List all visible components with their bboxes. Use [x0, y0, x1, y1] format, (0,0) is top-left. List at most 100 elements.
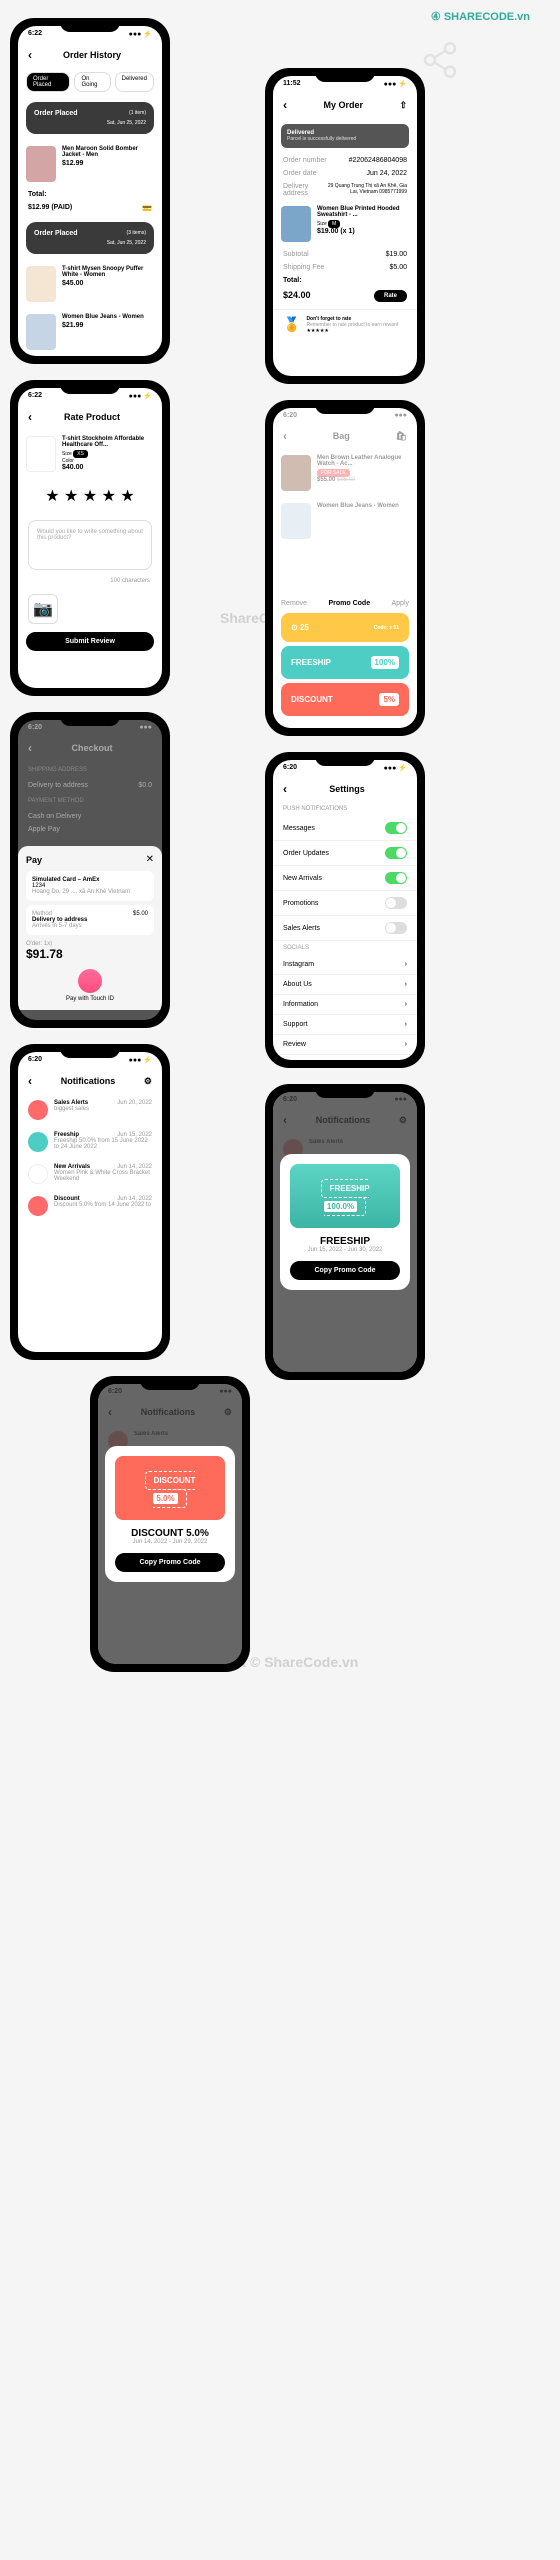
total-value: $12.99 (PAID): [28, 204, 72, 213]
rate-reminder: 🏅Don't forget to rateRemember to rate pr…: [273, 309, 417, 340]
page-title: Settings: [287, 784, 407, 794]
product-row[interactable]: Women Blue Jeans - Women$21.99: [18, 308, 162, 356]
cart-icon: 🛍: [396, 431, 407, 442]
product-summary: T-shirt Stockholm Affordable Healthcare …: [18, 430, 162, 478]
phone-rate-product: 6:22●●● ⚡ ‹Rate Product T-shirt Stockhol…: [10, 380, 170, 696]
page-title: My Order: [287, 100, 399, 110]
status-time: 6:22: [28, 392, 42, 400]
product-row[interactable]: Men Maroon Solid Bomber Jacket - Men$12.…: [18, 140, 162, 188]
promo-name: FREESHIP: [290, 1236, 400, 1247]
toggle-off[interactable]: [385, 897, 407, 909]
add-photo-button[interactable]: 📷: [28, 594, 58, 624]
copy-promo-button[interactable]: Copy Promo Code: [290, 1261, 400, 1280]
payment-option[interactable]: Cash on Delivery: [28, 813, 81, 820]
notification-item[interactable]: DiscountJun 14, 2022Discount 5.0% from 1…: [18, 1190, 162, 1222]
notification-item[interactable]: New ArrivalsJun 14, 2022Women Pink & Whi…: [18, 1158, 162, 1190]
apple-pay-sheet: Pay ✕ Simulated Card – AmEx1234Hoang Do, …: [18, 846, 162, 1010]
setting-information[interactable]: Information›: [273, 995, 417, 1015]
apple-pay-logo: Pay: [26, 855, 42, 865]
setting-about[interactable]: About Us›: [273, 975, 417, 995]
setting-order-updates[interactable]: Order Updates: [273, 841, 417, 866]
phone-my-order: 11:52●●● ⚡ ‹My Order⇧ DeliveredParcel is…: [265, 68, 425, 384]
submit-review-button[interactable]: Submit Review: [26, 632, 154, 651]
notification-item[interactable]: Sales AlertsJun 20, 2022biggest sales: [18, 1094, 162, 1126]
apply-button[interactable]: Apply: [391, 600, 409, 607]
char-count: 100 characters: [18, 576, 162, 586]
close-icon[interactable]: ✕: [146, 854, 154, 865]
setting-new-arrivals[interactable]: New Arrivals: [273, 866, 417, 891]
filter-icon[interactable]: ⚙: [144, 1076, 152, 1087]
coupon-item[interactable]: FREESHIP100%: [281, 646, 409, 679]
chevron-right-icon: ›: [405, 961, 407, 968]
total-label: Total:: [28, 191, 47, 198]
rate-button[interactable]: Rate: [374, 290, 407, 302]
touch-id-icon[interactable]: [78, 969, 102, 993]
copy-promo-button[interactable]: Copy Promo Code: [115, 1553, 225, 1572]
product-row[interactable]: T-shirt Mysen Snoopy Puffer White - Wome…: [18, 260, 162, 308]
phone-checkout: 6:20●●● ‹Checkout SHIPPING ADDRESS Deliv…: [10, 712, 170, 1028]
setting-messages[interactable]: Messages: [273, 816, 417, 841]
product-row[interactable]: Women Blue Printed Hooded Sweatshirt - .…: [273, 200, 417, 248]
share-icon: [420, 40, 460, 80]
modal-overlay[interactable]: DISCOUNT 5.0% DISCOUNT 5.0% Jun 14, 2022…: [98, 1384, 242, 1664]
status-icons: ●●●: [139, 724, 152, 731]
order-card[interactable]: Order Placed(1 item) Sat, Jun 25, 2022: [26, 102, 154, 134]
promo-badge: DISCOUNT 5.0%: [145, 1471, 196, 1508]
section-header: SOCIALS: [273, 941, 417, 955]
page-title: Checkout: [32, 743, 152, 753]
chevron-right-icon: ›: [405, 1021, 407, 1028]
phone-bag-promo: 6:20●●● ‹Bag🛍 Men Brown Leather Analogue…: [265, 400, 425, 736]
phone-order-history: 6:22●●● ⚡ ‹Order History Order Placed On…: [10, 18, 170, 364]
status-time: 6:20: [28, 1056, 42, 1064]
paypal-icon: 💳: [142, 204, 152, 213]
order-card[interactable]: Order Placed(3 items) Sat, Jun 25, 2022: [26, 222, 154, 254]
promo-dates: Jun 14, 2022 - Jun 29, 2022: [115, 1539, 225, 1545]
phone-discount-modal: 6:20●●● ‹Notifications⚙ Sales Alerts Fre…: [90, 1376, 250, 1672]
star-rating[interactable]: ★ ★ ★ ★ ★: [18, 478, 162, 514]
delivery-method[interactable]: MethodDelivery to addressArrives in 5-7 …: [26, 905, 154, 935]
page-title: Rate Product: [32, 412, 152, 422]
chevron-right-icon: ›: [405, 981, 407, 988]
setting-sales-alerts[interactable]: Sales Alerts: [273, 916, 417, 941]
review-textarea[interactable]: Would you like to write something about …: [28, 520, 152, 570]
status-icons: ●●● ⚡: [129, 1056, 152, 1064]
setting-support[interactable]: Support›: [273, 1015, 417, 1035]
toggle-on[interactable]: [385, 822, 407, 834]
tab-delivered[interactable]: Delivered: [115, 72, 154, 92]
coupon-item[interactable]: DISCOUNT5%: [281, 683, 409, 716]
order-total: $91.78: [26, 947, 154, 961]
status-icons: ●●● ⚡: [384, 80, 407, 88]
setting-review[interactable]: Review›: [273, 1035, 417, 1055]
status-time: 6:20: [283, 764, 297, 772]
toggle-on[interactable]: [385, 847, 407, 859]
tab-order-placed[interactable]: Order Placed: [26, 72, 70, 92]
promo-name: DISCOUNT 5.0%: [115, 1528, 225, 1539]
chevron-right-icon: ›: [405, 1001, 407, 1008]
notification-item[interactable]: FreeshipJun 15, 2022Freeship 50.0% from …: [18, 1126, 162, 1158]
tab-ongoing[interactable]: On Going: [74, 72, 110, 92]
setting-promotions[interactable]: Promotions: [273, 891, 417, 916]
total-value: $24.00: [283, 290, 311, 302]
remove-button[interactable]: Remove: [281, 600, 307, 607]
payment-option[interactable]: Apple Pay: [28, 826, 60, 833]
phone-settings: 6:20●●● ⚡ ‹Settings PUSH NOTIFICATIONS M…: [265, 752, 425, 1068]
status-icons: ●●● ⚡: [129, 392, 152, 400]
status-banner: DeliveredParcel is successfully delivere…: [281, 124, 409, 148]
setting-instagram[interactable]: Instagram›: [273, 955, 417, 975]
section-label: PAYMENT METHOD: [18, 792, 162, 810]
page-title: Order History: [32, 50, 152, 60]
toggle-off[interactable]: [385, 922, 407, 934]
promo-modal: DISCOUNT 5.0% DISCOUNT 5.0% Jun 14, 2022…: [105, 1446, 235, 1582]
page-title: Notifications: [32, 1076, 144, 1086]
share-icon[interactable]: ⇧: [399, 100, 407, 111]
chevron-right-icon: ›: [405, 1041, 407, 1048]
status-time: 6:22: [28, 30, 42, 38]
status-icons: ●●● ⚡: [384, 764, 407, 772]
phone-freeship-modal: 6:20●●● ‹Notifications⚙ Sales Alerts Fre…: [265, 1084, 425, 1380]
modal-overlay[interactable]: FREESHIP 100.0% FREESHIP Jun 15, 2022 - …: [273, 1092, 417, 1372]
toggle-on[interactable]: [385, 872, 407, 884]
coupon-item[interactable]: ⊙ 25Code: x 51: [281, 613, 409, 642]
card-info[interactable]: Simulated Card – AmEx1234Hoang Do, 29 ..…: [26, 871, 154, 901]
section-label: SHIPPING ADDRESS: [18, 761, 162, 779]
promo-modal: FREESHIP 100.0% FREESHIP Jun 15, 2022 - …: [280, 1154, 410, 1290]
